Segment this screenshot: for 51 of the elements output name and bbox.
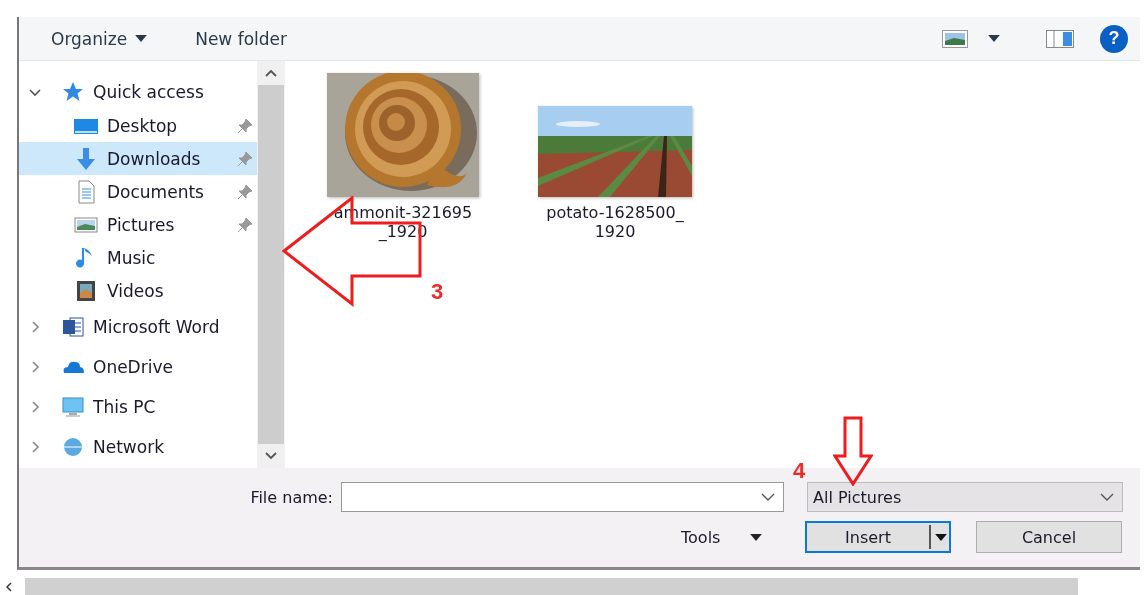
nav-item[interactable]: Downloads xyxy=(19,142,257,175)
preview-pane-icon[interactable] xyxy=(1046,29,1074,48)
nav-item[interactable]: Network xyxy=(93,437,164,457)
monitor-icon xyxy=(61,395,85,419)
caret-icon[interactable] xyxy=(988,35,1000,42)
caret-icon[interactable] xyxy=(135,35,148,42)
nav-item[interactable]: Videos xyxy=(19,274,257,307)
organize-button[interactable]: Organize xyxy=(47,24,152,53)
document-icon xyxy=(61,315,85,339)
file-item[interactable]: potato-1628500_ 1920 xyxy=(537,73,693,241)
pin-icon[interactable] xyxy=(237,150,253,167)
nav-item[interactable]: Desktop xyxy=(19,109,257,142)
view-icon[interactable] xyxy=(942,29,968,48)
caret-icon[interactable] xyxy=(750,533,763,541)
insert-button[interactable]: Insert xyxy=(805,521,951,553)
file-name: 1920 xyxy=(594,222,636,241)
scroll-up-icon[interactable] xyxy=(265,69,277,77)
new-folder-button[interactable]: New folder xyxy=(191,24,291,53)
file-name-field[interactable] xyxy=(341,482,784,512)
arrow-annotation xyxy=(833,416,873,486)
nav-item[interactable]: OneDrive xyxy=(93,357,173,377)
scrollbar[interactable] xyxy=(257,61,285,468)
file-name: potato-1628500_ xyxy=(546,203,684,222)
chevron-down-icon[interactable] xyxy=(761,493,775,501)
nav-item[interactable]: This PC xyxy=(93,397,156,417)
help-button[interactable]: ? xyxy=(1100,24,1128,53)
pin-icon[interactable] xyxy=(237,183,253,200)
chevron-down-icon[interactable] xyxy=(29,86,41,98)
scroll-left-icon[interactable] xyxy=(6,582,12,592)
nav-item[interactable]: Pictures xyxy=(19,208,257,241)
caret-icon[interactable] xyxy=(935,533,947,541)
step-number: 3 xyxy=(431,279,444,305)
file-name-label: File name: xyxy=(249,487,333,507)
chevron-right-icon[interactable] xyxy=(29,441,41,453)
chevron-right-icon[interactable] xyxy=(29,321,41,333)
chevron-right-icon[interactable] xyxy=(29,361,41,373)
globe-icon xyxy=(61,435,85,459)
step-number: 4 xyxy=(793,458,806,484)
nav-item[interactable]: Documents xyxy=(19,175,257,208)
pin-icon[interactable] xyxy=(237,216,253,233)
scrollbar[interactable] xyxy=(25,578,1078,595)
chevron-right-icon[interactable] xyxy=(29,401,41,413)
quick-access-item[interactable]: Quick access xyxy=(93,82,204,102)
nav-item[interactable]: Microsoft Word xyxy=(93,317,220,337)
chevron-down-icon[interactable] xyxy=(1100,493,1114,501)
pin-icon[interactable] xyxy=(237,117,253,134)
scroll-down-icon[interactable] xyxy=(265,452,277,460)
file-type-dropdown[interactable]: All Pictures xyxy=(807,482,1123,512)
cancel-button[interactable]: Cancel xyxy=(976,521,1122,553)
tools-button[interactable]: Tools xyxy=(681,527,805,547)
nav-item[interactable]: Music xyxy=(19,241,257,274)
